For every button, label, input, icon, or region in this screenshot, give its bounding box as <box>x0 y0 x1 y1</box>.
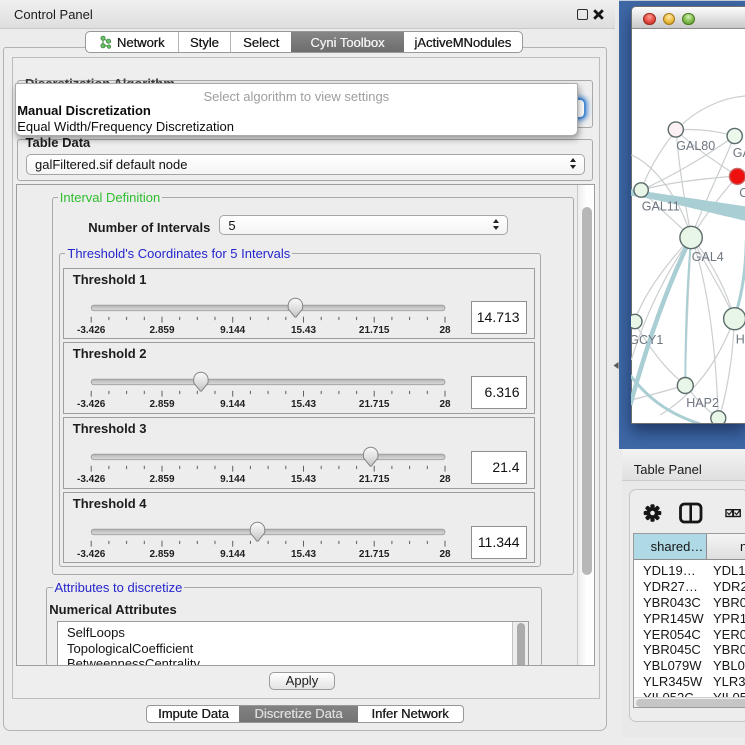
svg-text:GAL4: GAL4 <box>691 250 723 264</box>
svg-text:GAL80: GAL80 <box>676 139 715 153</box>
svg-text:H: H <box>735 332 744 346</box>
svg-text:GAL11: GAL11 <box>641 200 679 214</box>
svg-text:C: C <box>739 186 745 200</box>
svg-text:GA: GA <box>732 146 744 160</box>
svg-text:GCY1: GCY1 <box>631 333 663 347</box>
svg-text:HAP2: HAP2 <box>686 396 719 410</box>
